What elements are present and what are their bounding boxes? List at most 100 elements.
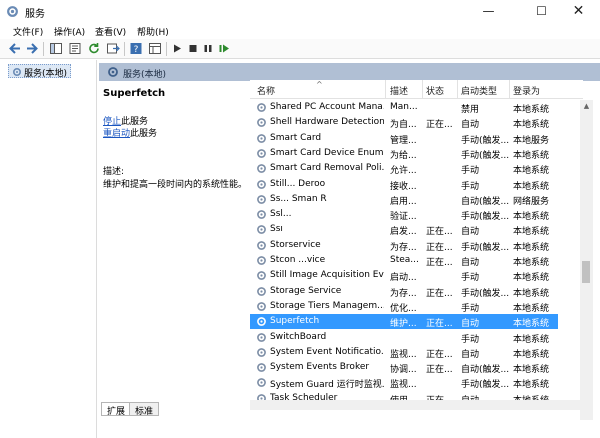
service-log-on-as: 本地系统 — [513, 258, 550, 268]
restart-icon[interactable] — [217, 42, 231, 55]
table-row[interactable]: Still... Deroo 接收... 手动 本地系统 — [250, 177, 558, 192]
table-row[interactable]: System Guard 运行时监视... 监视... 手动(触发... 本地系统 — [250, 375, 558, 390]
service-gear-icon — [257, 179, 266, 189]
horizontal-scrollbar[interactable] — [250, 400, 580, 410]
service-startup-type: 自动 — [461, 227, 480, 238]
column-divider[interactable] — [385, 80, 386, 99]
table-row[interactable]: Storage Tiers Managem... 优化... 手动 本地系统 — [250, 299, 558, 314]
table-row[interactable]: Storservice 为存... 正在... 手动(触发... 本地系统 — [250, 238, 558, 253]
forward-icon[interactable] — [25, 42, 39, 55]
console-tree-icon[interactable] — [49, 42, 63, 55]
service-startup-type: 自动(触发... — [461, 196, 509, 207]
column-divider[interactable] — [457, 80, 458, 99]
service-name: Storage Service — [270, 285, 342, 296]
menu-file[interactable]: 文件(F) — [13, 25, 43, 38]
help-icon[interactable]: ? — [129, 42, 143, 55]
service-description: 为存... — [390, 242, 417, 253]
service-startup-type: 手动 — [461, 303, 480, 314]
minimize-button[interactable]: — — [466, 0, 511, 22]
tree-item-services-local[interactable]: 服务(本地) — [8, 64, 72, 79]
table-row[interactable]: Shell Hardware Detection 为自... 正在... 自动 本地系统 — [250, 115, 558, 130]
view-icon[interactable] — [148, 42, 162, 55]
vertical-scrollbar[interactable] — [580, 100, 593, 420]
restart-service-suffix: 此服务 — [130, 129, 158, 139]
service-gear-icon — [257, 271, 266, 281]
service-gear-icon — [257, 148, 266, 158]
table-row[interactable]: SwitchBoard 手动 本地系统 — [250, 330, 558, 345]
service-gear-icon — [257, 103, 266, 112]
service-description: 优化... — [390, 303, 417, 314]
service-gear-icon — [257, 393, 266, 400]
vertical-scrollbar-thumb[interactable] — [582, 261, 590, 283]
service-log-on-as: 本地服务 — [513, 135, 550, 146]
table-row[interactable]: System Event Notificatio... 监视... 正在... 自动 本… — [250, 345, 558, 360]
service-gear-icon — [257, 332, 266, 342]
column-header-name[interactable]: 名称 — [257, 84, 275, 97]
column-divider[interactable] — [422, 80, 423, 99]
close-button[interactable]: ✕ — [556, 0, 600, 22]
table-row[interactable]: Ss... Sman R 启用... 自动(触发... 网络服务 — [250, 192, 558, 207]
column-divider[interactable] — [509, 80, 510, 99]
refresh-icon[interactable] — [87, 42, 101, 55]
service-startup-type: 手动(触发... — [461, 135, 509, 146]
pause-icon[interactable] — [201, 42, 215, 55]
service-startup-type: 自动(触发... — [461, 365, 509, 376]
service-startup-type: 手动 — [461, 166, 480, 177]
tab-standard[interactable]: 标准 — [129, 402, 160, 417]
table-row[interactable]: Ssı 启发... 正在... 自动 本地系统 — [250, 222, 558, 237]
service-startup-type: 自动 — [461, 393, 509, 400]
service-log-on-as: 本地系统 — [513, 120, 550, 131]
column-header-description[interactable]: 描述 — [390, 84, 408, 97]
service-startup-type: 手动(触发... — [461, 150, 509, 161]
service-name: Smart Card — [270, 132, 322, 143]
service-name: Ss... Sman R — [270, 193, 327, 204]
menu-bar: 文件(F) 操作(A) 查看(V) 帮助(H) — [0, 22, 600, 39]
table-row[interactable]: Storage Service 为存... 正在... 手动(触发... 本地系统 — [250, 284, 558, 299]
export-icon[interactable] — [106, 42, 120, 55]
column-header-log-on-as[interactable]: 登录为 — [513, 84, 540, 97]
properties-icon[interactable] — [68, 42, 82, 55]
service-name: Storage Tiers Managem... — [270, 300, 384, 311]
table-row[interactable]: Stcon ...vice Stea... 正在... 自动 本地系统 — [250, 253, 558, 268]
table-row[interactable]: Still Image Acquisition Ev... 启动... 手动 本地系统 — [250, 268, 558, 283]
table-row[interactable]: Task Scheduler 使用... 正在... 自动本地系统 — [250, 391, 558, 400]
column-header-startup-type[interactable]: 启动类型 — [461, 84, 497, 97]
service-log-on-as: 本地系统 — [513, 227, 550, 238]
stop-icon[interactable] — [186, 42, 200, 55]
toolbar: ? — [0, 39, 600, 59]
service-status: 正在... — [426, 365, 453, 376]
window-title: 服务 — [25, 9, 45, 20]
back-icon[interactable] — [8, 42, 22, 55]
scroll-up-arrow-icon[interactable]: ▲ — [582, 102, 591, 111]
menu-help[interactable]: 帮助(H) — [137, 25, 169, 38]
table-row[interactable]: Smart Card Removal Poli... 允许... 手动 本地系统 — [250, 161, 558, 176]
services-gear-icon — [7, 6, 18, 17]
service-description: 监视... — [390, 349, 417, 360]
service-name: Shared PC Account Mana... — [270, 102, 384, 112]
menu-action[interactable]: 操作(A) — [54, 25, 85, 38]
service-status: 正在... — [426, 242, 453, 253]
service-startup-type: 自动 — [461, 319, 480, 330]
service-log-on-as: 本地系统 — [513, 303, 550, 314]
service-description: 维护... — [390, 319, 417, 330]
table-row[interactable]: Smart Card 管理... 手动(触发... 本地服务 — [250, 131, 558, 146]
pane-header-title: 服务(本地) — [123, 70, 167, 80]
start-icon[interactable] — [170, 42, 184, 55]
tab-extended[interactable]: 扩展 — [101, 402, 132, 417]
service-name: Stcon ...vice — [270, 255, 326, 265]
menu-view[interactable]: 查看(V) — [95, 25, 126, 38]
table-row-selected[interactable]: Superfetch 维护... 正在... 自动 本地系统 — [250, 314, 558, 330]
service-startup-type: 自动 — [461, 349, 480, 360]
restart-service-row: 重启动此服务 — [103, 126, 157, 139]
service-log-on-as: 本地系统 — [513, 150, 550, 161]
service-startup-type: 手动 — [461, 334, 480, 345]
column-header-status[interactable]: 状态 — [426, 84, 444, 97]
service-name: Smart Card Device Enum... — [270, 147, 384, 158]
service-log-on-as: 本地系统 — [513, 349, 550, 360]
table-row[interactable]: Ssl... 验证... 手动(触发... 本地系统 — [250, 207, 558, 222]
restart-service-link[interactable]: 重启动 — [103, 129, 130, 139]
table-row[interactable]: Smart Card Device Enum... 为给... 手动(触发... 本地… — [250, 146, 558, 161]
table-row[interactable]: System Events Broker 协调... 正在... 自动(触发... 本地… — [250, 360, 558, 375]
table-row[interactable]: Shared PC Account Mana... Man... 禁用 本地系统 — [250, 100, 558, 115]
service-gear-icon — [257, 118, 266, 128]
